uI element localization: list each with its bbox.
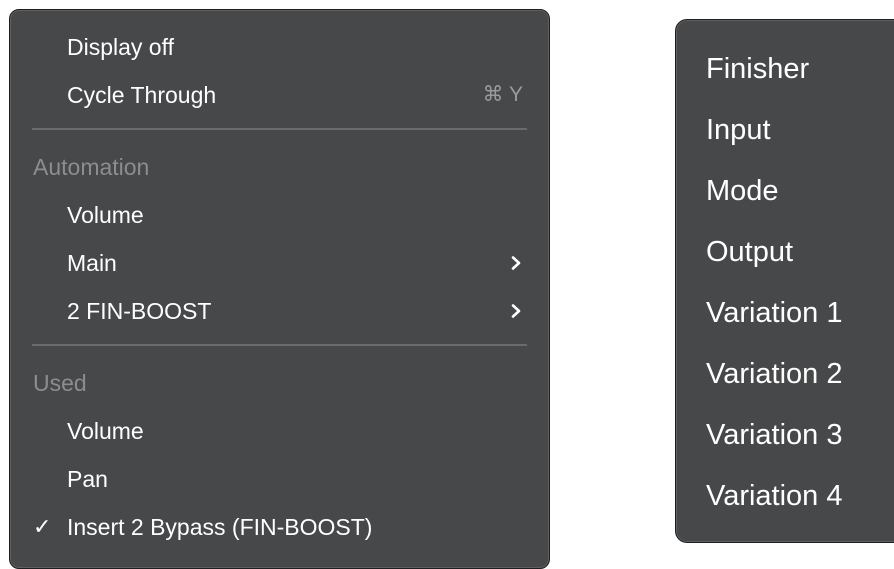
menu-item-label: Insert 2 Bypass (FIN-BOOST) — [67, 514, 373, 540]
submenu: Finisher Input Mode Output Variation 1 V… — [675, 19, 894, 543]
submenu-item-label: Variation 3 — [706, 419, 843, 451]
menu-item-label: Volume — [67, 202, 144, 228]
menu-item-label: Pan — [67, 466, 108, 492]
menu-item-label: Display off — [67, 34, 174, 60]
submenu-item-label: Variation 1 — [706, 297, 843, 329]
submenu-item-label: Finisher — [706, 53, 810, 85]
menu-separator — [32, 344, 527, 346]
context-menu: Display off Cycle Through ⌘ Y Automation… — [9, 9, 550, 569]
menu-item-label: 2 FIN-BOOST — [67, 298, 212, 324]
section-header-used: Used — [10, 363, 549, 403]
submenu-item-variation-4[interactable]: Variation 4 — [676, 471, 894, 521]
checkmark-icon: ✓ — [33, 514, 52, 539]
submenu-item-input[interactable]: Input — [676, 105, 894, 155]
menu-item-label: Cycle Through — [67, 82, 217, 108]
menu-item-pan[interactable]: Pan — [10, 459, 549, 499]
menu-item-label: Main — [67, 250, 117, 276]
menu-item-automation-volume[interactable]: Volume — [10, 195, 549, 235]
menu-item-used-volume[interactable]: Volume — [10, 411, 549, 451]
submenu-item-label: Variation 4 — [706, 480, 843, 512]
menu-item-display-off[interactable]: Display off — [10, 27, 549, 67]
section-header-label: Automation — [33, 154, 150, 180]
menu-separator — [32, 128, 527, 130]
chevron-right-icon — [511, 256, 521, 270]
section-header-label: Used — [33, 370, 87, 396]
menu-item-label: Volume — [67, 418, 144, 444]
submenu-item-label: Mode — [706, 175, 779, 207]
section-header-automation: Automation — [10, 147, 549, 187]
submenu-item-label: Variation 2 — [706, 358, 843, 390]
submenu-item-mode[interactable]: Mode — [676, 166, 894, 216]
menu-item-cycle-through[interactable]: Cycle Through ⌘ Y — [10, 75, 549, 115]
submenu-item-variation-1[interactable]: Variation 1 — [676, 288, 894, 338]
submenu-item-label: Input — [706, 114, 771, 146]
menu-item-main[interactable]: Main — [10, 243, 549, 283]
keyboard-shortcut: ⌘ Y — [482, 83, 523, 106]
submenu-item-variation-3[interactable]: Variation 3 — [676, 410, 894, 460]
submenu-item-label: Output — [706, 236, 794, 268]
submenu-item-output[interactable]: Output — [676, 227, 894, 277]
menu-item-insert-2-bypass[interactable]: ✓ Insert 2 Bypass (FIN-BOOST) — [10, 507, 549, 547]
menu-item-2-fin-boost[interactable]: 2 FIN-BOOST — [10, 291, 549, 331]
submenu-item-finisher[interactable]: Finisher — [676, 44, 894, 94]
chevron-right-icon — [511, 304, 521, 318]
submenu-item-variation-2[interactable]: Variation 2 — [676, 349, 894, 399]
